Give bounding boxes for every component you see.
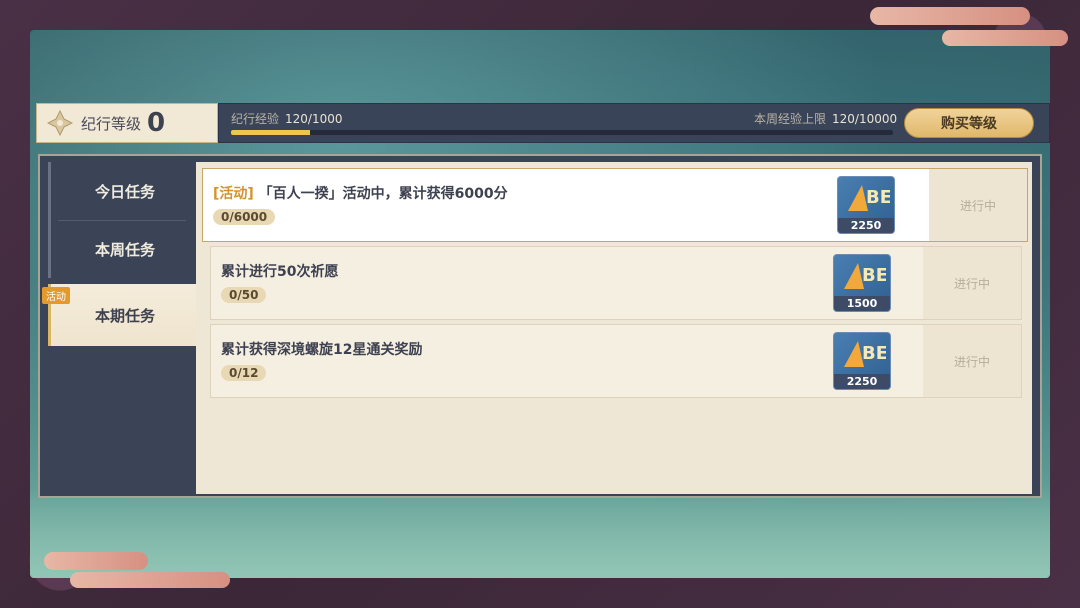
task-row[interactable]: 累计获得深境螺旋12星通关奖励 0/12 BE 2250 进行中 [210,324,1022,398]
task-progress: 0/6000 [213,209,276,225]
tab-weekly[interactable]: 本周任务 [48,220,199,278]
svg-text:BE: BE [862,265,886,286]
task-title: [活动] 「百人一揆」活动中，累计获得6000分 [213,183,508,203]
cloud-decoration-bottom [44,552,148,570]
task-title-text: 「百人一揆」活动中，累计获得6000分 [258,186,508,202]
weekly-exp-text: 本周经验上限 120/10000 [754,110,897,127]
status-in-progress: 进行中 [923,247,1021,319]
task-row[interactable]: 累计进行50次祈愿 0/50 BE 1500 进行中 [210,246,1022,320]
tab-daily[interactable]: 今日任务 [48,162,199,220]
compass-emblem-icon [45,108,75,138]
weekly-exp-value: 120/10000 [832,112,898,126]
reward-count: 2250 [834,374,890,389]
task-progress: 0/12 [221,365,267,381]
exp-progress-fill [231,130,311,135]
status-in-progress: 进行中 [929,169,1027,241]
task-progress: 0/50 [221,287,267,303]
tab-daily-label: 今日任务 [94,182,155,201]
reward-exp-icon: BE 2250 [833,332,891,390]
buy-level-button[interactable]: 购买等级 [904,108,1034,138]
task-list: [活动] 「百人一揆」活动中，累计获得6000分 0/6000 BE 2250 … [196,162,1032,494]
cloud-decoration-top [870,7,1030,25]
exp-value: 120/1000 [285,112,343,126]
reward-exp-icon: BE 1500 [833,254,891,312]
task-title: 累计获得深境螺旋12星通关奖励 [221,342,423,358]
cloud-decoration-top-2 [942,30,1068,46]
level-label: 纪行等级 [81,114,142,133]
task-row[interactable]: [活动] 「百人一揆」活动中，累计获得6000分 0/6000 BE 2250 … [202,168,1028,242]
reward-exp-icon: BE 2250 [837,176,895,234]
exp-text: 纪行经验 120/1000 [231,110,343,127]
task-title: 累计进行50次祈愿 [221,264,339,280]
status-in-progress: 进行中 [923,325,1021,397]
quest-panel: 今日任务 本周任务 本期任务 活动 [活动] 「百人一揆」活动中，累计获得600… [38,154,1042,498]
level-box: 纪行等级 0 [36,103,218,143]
exp-progress-track [231,130,893,135]
tab-season[interactable]: 本期任务 [48,284,199,346]
svg-text:BE: BE [866,187,890,208]
weekly-exp-label: 本周经验上限 [754,112,827,126]
reward-count: 1500 [834,296,890,311]
reward-count: 2250 [838,218,894,233]
event-badge: 活动 [42,287,70,304]
tab-season-label: 本期任务 [94,306,155,325]
exp-label: 纪行经验 [231,112,280,126]
event-tag: [活动] [213,186,254,202]
level-value: 0 [147,108,166,138]
cloud-decoration-bottom-2 [70,572,230,588]
tab-weekly-label: 本周任务 [94,240,155,259]
svg-text:BE: BE [862,343,886,364]
